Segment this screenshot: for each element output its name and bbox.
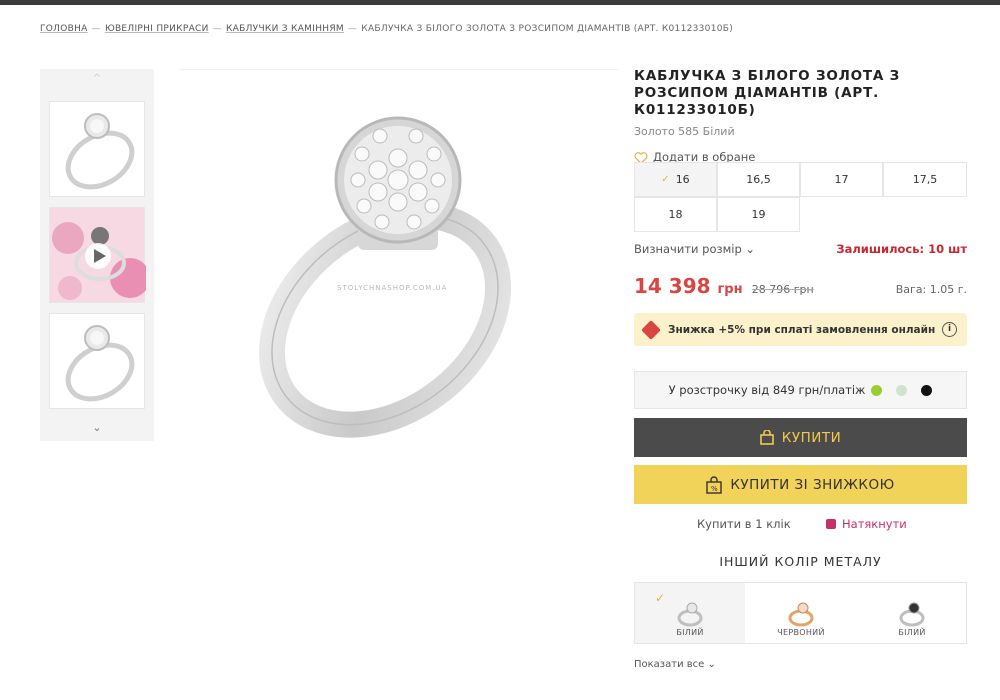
define-size-link[interactable]: Визначити розмір ⌄ <box>634 242 755 256</box>
thumbnail-video[interactable] <box>49 207 150 303</box>
paw-icon <box>921 384 933 396</box>
size-option-17-5[interactable]: 17,5 <box>883 162 967 197</box>
size-option-18[interactable]: 18 <box>634 197 717 232</box>
product-info: КАБЛУЧКА З БІЛОГО ЗОЛОТА З РОЗСИПОМ ДІАМ… <box>634 68 967 164</box>
buy-discount-button[interactable]: % КУПИТИ ЗІ ЗНИЖКОЮ <box>634 465 967 504</box>
info-icon[interactable]: i <box>942 322 957 337</box>
top-bar <box>0 0 1000 5</box>
product-subtitle: Золото 585 Білий <box>634 125 735 138</box>
chevron-up-icon[interactable]: ^ <box>40 73 154 84</box>
buy-one-click-link[interactable]: Купити в 1 клік <box>697 517 791 531</box>
size-option-16[interactable]: ✓ 16 <box>634 162 717 197</box>
chevron-down-icon: ⌄ <box>707 659 716 670</box>
bag-icon <box>759 430 774 445</box>
main-product-image[interactable]: STOLYCHNASHOP.COM.UA <box>180 69 618 463</box>
thumbnail-1[interactable] <box>49 101 145 197</box>
hint-link[interactable]: Натякнути <box>826 517 907 531</box>
old-price: 28 796 грн <box>751 283 814 296</box>
watermark: STOLYCHNASHOP.COM.UA <box>337 284 448 292</box>
red-gold-ring-icon <box>788 602 814 627</box>
ring-thumbnail-icon <box>65 113 135 190</box>
price-row: 14 398 грн 28 796 грн Вага: 1.05 г. <box>634 274 967 298</box>
chevron-down-icon[interactable]: ⌄ <box>40 421 154 434</box>
installment-text: У розстрочку від 849 грн/платіж <box>668 383 866 397</box>
ring-image <box>258 116 512 438</box>
discount-tag-icon <box>641 319 661 340</box>
svg-text:%: % <box>711 485 718 493</box>
size-option-16-5[interactable]: 16,5 <box>717 162 800 197</box>
current-price: 14 398 грн <box>634 274 743 298</box>
breadcrumb-home[interactable]: Головна <box>40 24 88 34</box>
promo-text: Знижка +5% при сплаті замовлення онлайн <box>668 323 936 336</box>
buy-button-label: КУПИТИ <box>781 429 842 446</box>
breadcrumb-rings[interactable]: Каблучки з камінням <box>226 24 344 34</box>
product-weight: Вага: 1.05 г. <box>895 283 967 296</box>
other-metal-title: ІНШИЙ КОЛІР МЕТАЛУ <box>719 554 882 569</box>
chevron-down-icon: ⌄ <box>745 242 756 256</box>
buy-button[interactable]: КУПИТИ <box>634 418 967 457</box>
bank-logo-icon <box>896 384 908 396</box>
metal-option-white[interactable]: ✓ БІЛИЙ <box>635 583 745 643</box>
thumbnail-strip: ^ ⌄ <box>40 69 154 441</box>
discount-bag-icon: % <box>706 475 723 494</box>
breadcrumb: Головна — Ювелірні прикраси — Каблучки з кам… <box>40 24 734 34</box>
gift-icon <box>826 519 836 529</box>
product-title: КАБЛУЧКА З БІЛОГО ЗОЛОТА З РОЗСИПОМ ДІАМ… <box>634 68 901 118</box>
installment-button[interactable]: У розстрочку від 849 грн/платіж <box>634 371 967 409</box>
hint-label: Натякнути <box>842 517 907 531</box>
show-all-link[interactable]: Показати все ⌄ <box>634 659 716 670</box>
stock-remaining: Залишилось: 10 шт <box>836 242 967 256</box>
size-selector: ✓ 16 16,5 17 17,5 18 19 <box>634 162 967 232</box>
size-option-17[interactable]: 17 <box>800 162 883 197</box>
promo-banner: Знижка +5% при сплаті замовлення онлайн … <box>634 313 967 346</box>
metal-color-options: ✓ БІЛИЙ ЧЕРВОНИЙ БІЛИЙ <box>634 582 967 644</box>
thumbnail-3[interactable] <box>49 313 145 409</box>
white-ring-icon <box>677 602 703 627</box>
buy-discount-label: КУПИТИ ЗІ ЗНИЖКОЮ <box>730 476 895 493</box>
check-icon: ✓ <box>655 591 666 605</box>
metal-option-red[interactable]: ЧЕРВОНИЙ <box>746 583 856 643</box>
white-ring-black-stone-icon <box>899 602 925 627</box>
ring-thumbnail-icon <box>65 325 135 402</box>
size-info-row: Визначити розмір ⌄ Залишилось: 10 шт <box>634 242 967 256</box>
video-thumbnail-icon <box>52 222 150 300</box>
check-icon: ✓ <box>661 174 670 185</box>
size-option-19[interactable]: 19 <box>717 197 800 232</box>
bank-logo-icon <box>871 384 883 396</box>
breadcrumb-current: Каблучка з білого золота з розсипом діам… <box>361 24 734 34</box>
metal-option-white-black[interactable]: БІЛИЙ <box>857 583 967 643</box>
breadcrumb-jewelry[interactable]: Ювелірні прикраси <box>105 24 209 34</box>
